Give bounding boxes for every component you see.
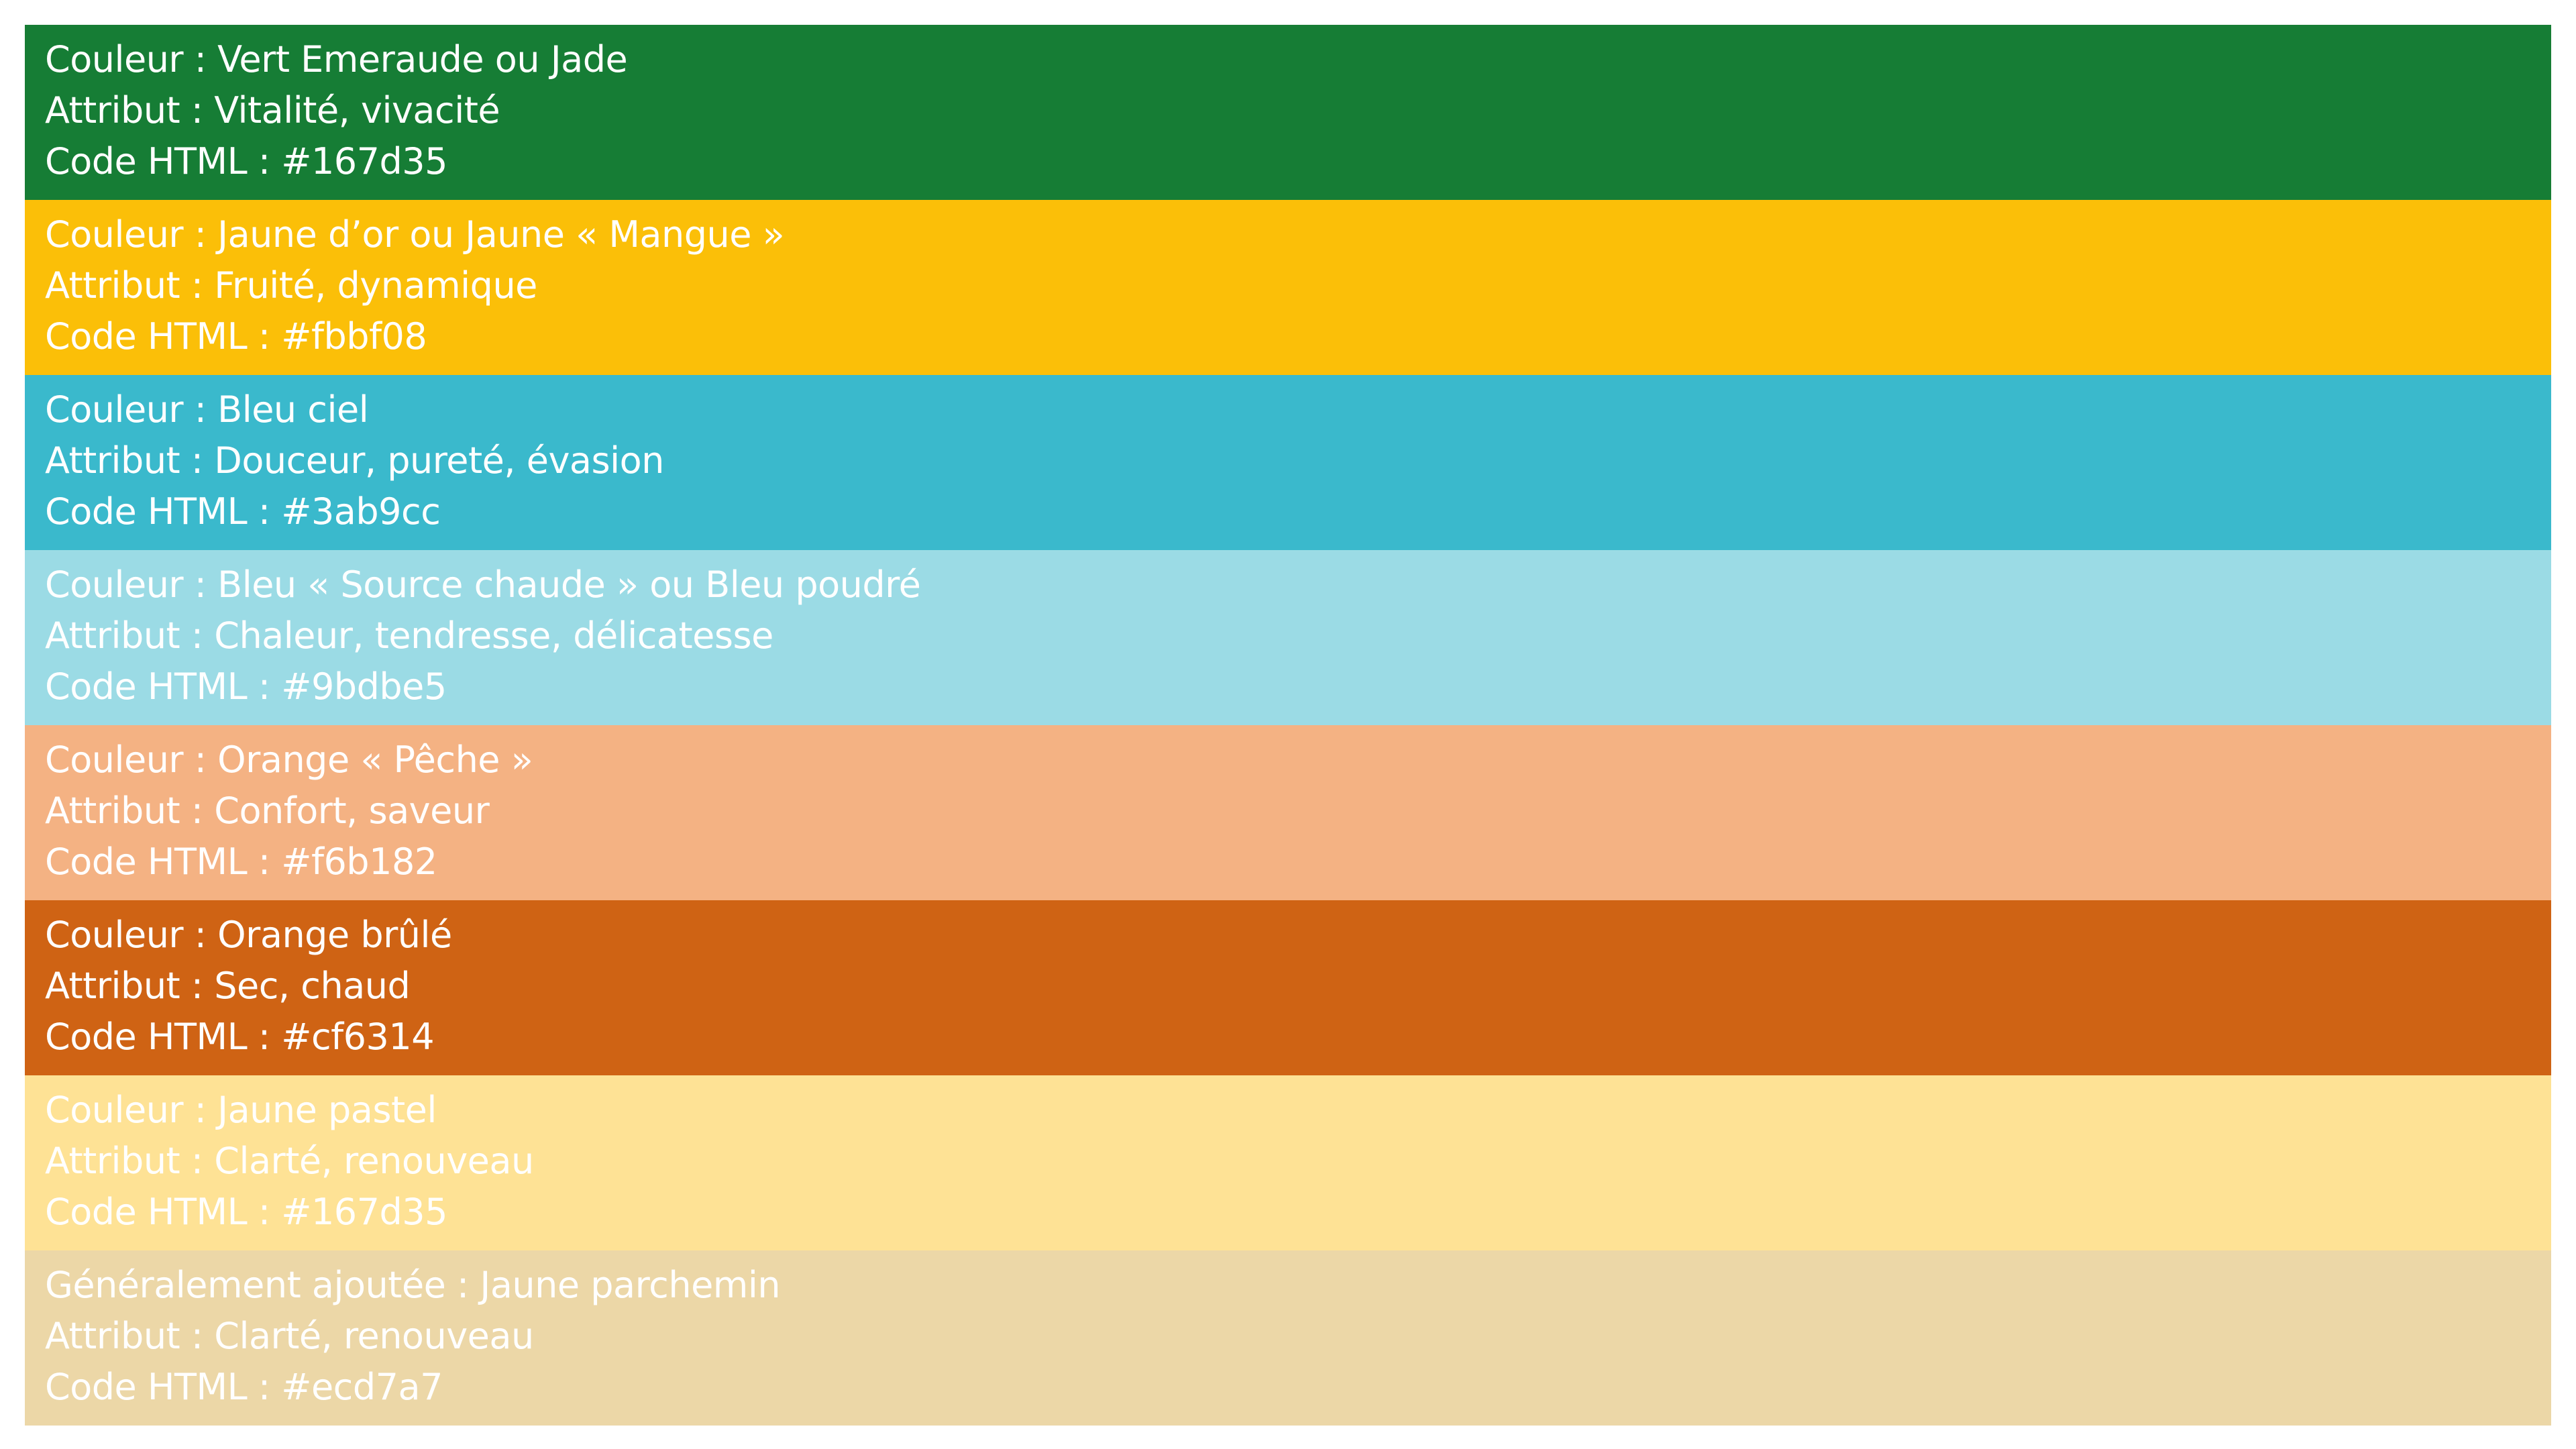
color-palette: Couleur : Vert Emeraude ou Jade Attribut… bbox=[25, 25, 2551, 1426]
swatch-color-name: Couleur : Vert Emeraude ou Jade bbox=[45, 38, 628, 80]
swatch-jaune-parchemin: Généralement ajoutée : Jaune parchemin A… bbox=[25, 1250, 2551, 1426]
swatch-vert-emeraude: Couleur : Vert Emeraude ou Jade Attribut… bbox=[25, 25, 2551, 200]
swatch-color-name: Couleur : Jaune d’or ou Jaune « Mangue » bbox=[45, 213, 785, 256]
swatch-color-name: Couleur : Jaune pastel bbox=[45, 1089, 437, 1131]
swatch-attribute: Attribut : Confort, saveur bbox=[45, 790, 490, 832]
swatch-html-code: Code HTML : #fbbf08 bbox=[45, 315, 427, 358]
swatch-html-code: Code HTML : #9bdbe5 bbox=[45, 665, 447, 708]
swatch-html-code: Code HTML : #167d35 bbox=[45, 1191, 448, 1233]
swatch-orange-peche: Couleur : Orange « Pêche » Attribut : Co… bbox=[25, 725, 2551, 900]
swatch-jaune-pastel: Couleur : Jaune pastel Attribut : Clarté… bbox=[25, 1075, 2551, 1250]
swatch-orange-brule: Couleur : Orange brûlé Attribut : Sec, c… bbox=[25, 900, 2551, 1075]
swatch-color-name: Généralement ajoutée : Jaune parchemin bbox=[45, 1264, 781, 1306]
swatch-color-name: Couleur : Orange « Pêche » bbox=[45, 739, 533, 781]
swatch-html-code: Code HTML : #167d35 bbox=[45, 140, 448, 182]
swatch-attribute: Attribut : Vitalité, vivacité bbox=[45, 89, 500, 131]
swatch-attribute: Attribut : Fruité, dynamique bbox=[45, 264, 537, 307]
swatch-color-name: Couleur : Bleu « Source chaude » ou Bleu… bbox=[45, 564, 921, 606]
swatch-attribute: Attribut : Clarté, renouveau bbox=[45, 1315, 534, 1357]
swatch-color-name: Couleur : Orange brûlé bbox=[45, 914, 452, 956]
swatch-html-code: Code HTML : #3ab9cc bbox=[45, 490, 441, 533]
swatch-jaune-or: Couleur : Jaune d’or ou Jaune « Mangue »… bbox=[25, 200, 2551, 375]
swatch-html-code: Code HTML : #ecd7a7 bbox=[45, 1366, 443, 1408]
swatch-attribute: Attribut : Clarté, renouveau bbox=[45, 1140, 534, 1182]
swatch-html-code: Code HTML : #cf6314 bbox=[45, 1016, 435, 1058]
swatch-attribute: Attribut : Chaleur, tendresse, délicates… bbox=[45, 614, 773, 657]
swatch-attribute: Attribut : Douceur, pureté, évasion bbox=[45, 439, 664, 482]
swatch-bleu-ciel: Couleur : Bleu ciel Attribut : Douceur, … bbox=[25, 375, 2551, 550]
swatch-color-name: Couleur : Bleu ciel bbox=[45, 388, 369, 431]
swatch-html-code: Code HTML : #f6b182 bbox=[45, 841, 437, 883]
swatch-bleu-poudre: Couleur : Bleu « Source chaude » ou Bleu… bbox=[25, 550, 2551, 725]
swatch-attribute: Attribut : Sec, chaud bbox=[45, 965, 411, 1007]
